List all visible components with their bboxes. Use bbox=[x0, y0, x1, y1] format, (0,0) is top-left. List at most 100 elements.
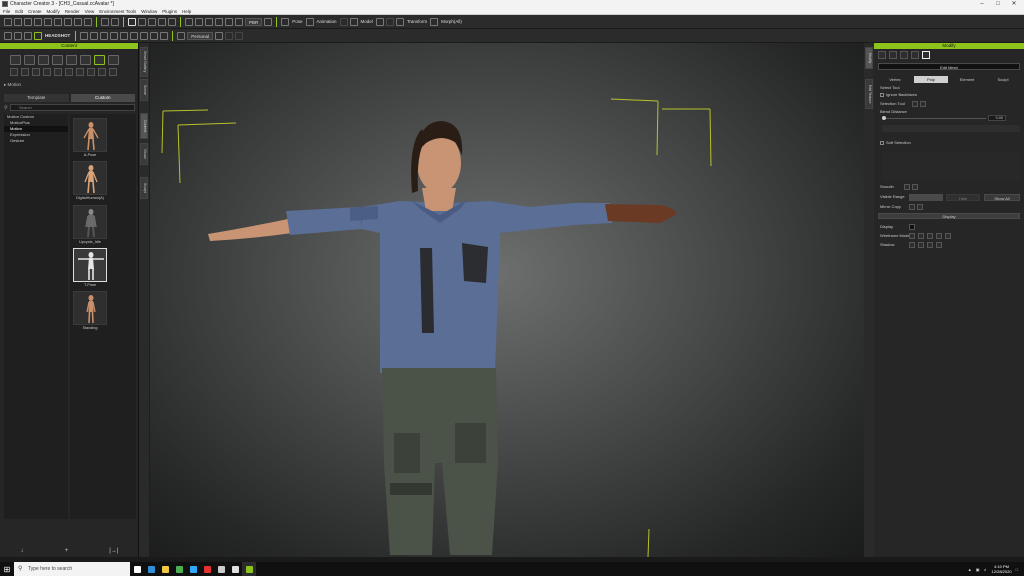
smooth-icon[interactable] bbox=[904, 184, 910, 190]
face-icon[interactable] bbox=[100, 31, 109, 40]
maximize-icon[interactable]: □ bbox=[992, 0, 1004, 8]
side-tab-scene[interactable]: Scene bbox=[140, 79, 148, 101]
pan-icon[interactable] bbox=[195, 17, 203, 26]
menu-plugins[interactable]: Plugins bbox=[162, 8, 177, 14]
merge-icon[interactable] bbox=[54, 17, 62, 26]
menu-view[interactable]: View bbox=[85, 8, 95, 14]
character-creator-icon[interactable] bbox=[242, 562, 256, 576]
display-section-header[interactable]: Display bbox=[878, 213, 1020, 219]
hand-icon[interactable] bbox=[14, 31, 22, 40]
side-tab-modify[interactable]: Modify bbox=[865, 47, 873, 69]
redo-icon[interactable] bbox=[111, 17, 119, 26]
minimize-icon[interactable]: – bbox=[976, 0, 988, 8]
side-tab-content[interactable]: Content bbox=[140, 113, 148, 139]
transform-label[interactable]: Transform bbox=[406, 19, 428, 24]
model-label[interactable]: Model bbox=[360, 19, 374, 24]
morph-icon[interactable] bbox=[430, 17, 439, 26]
mirror-right-icon[interactable] bbox=[917, 204, 923, 210]
tab-custom[interactable]: Custom bbox=[70, 94, 135, 102]
close-icon[interactable]: ✕ bbox=[1008, 0, 1020, 8]
align-icon[interactable] bbox=[375, 17, 384, 26]
motion-icon[interactable] bbox=[94, 55, 105, 65]
hide-button[interactable]: Hide bbox=[946, 194, 980, 201]
3d-viewport[interactable] bbox=[150, 43, 864, 558]
taskbar-clock[interactable]: 4:10 PM 12/28/2020 bbox=[992, 564, 1012, 574]
tab-sculpt[interactable]: Sculpt bbox=[986, 76, 1020, 83]
shadow-full-icon[interactable] bbox=[936, 242, 942, 248]
tab-element[interactable]: Element bbox=[950, 76, 984, 83]
thumbnail-t-pose[interactable] bbox=[73, 248, 107, 282]
show-all-button[interactable]: Show All bbox=[984, 194, 1020, 201]
render-mode-dropdown[interactable]: PBR bbox=[245, 17, 263, 26]
expression-icon[interactable] bbox=[32, 68, 40, 76]
cloth-icon[interactable] bbox=[52, 55, 63, 65]
network-icon[interactable]: ▣ bbox=[976, 567, 980, 572]
move-icon[interactable] bbox=[138, 17, 146, 26]
edit-mesh-button[interactable]: Edit Mesh bbox=[878, 63, 1020, 70]
head-icon[interactable] bbox=[90, 31, 99, 40]
character-model[interactable] bbox=[208, 121, 677, 555]
shadow-soft-icon[interactable] bbox=[918, 242, 924, 248]
file-explorer-icon[interactable] bbox=[158, 562, 172, 576]
animation-label[interactable]: Animation bbox=[316, 19, 338, 24]
relax-icon[interactable] bbox=[912, 184, 918, 190]
edge-icon[interactable] bbox=[144, 562, 158, 576]
pose-icon[interactable] bbox=[281, 17, 290, 26]
rotate-icon[interactable] bbox=[148, 17, 156, 26]
pose-icon[interactable] bbox=[21, 68, 29, 76]
menu-environment-tools[interactable]: Environment Tools bbox=[99, 8, 136, 14]
scale-icon[interactable] bbox=[158, 17, 166, 26]
physics-icon[interactable] bbox=[911, 51, 919, 59]
morph-label[interactable]: Morph(All) bbox=[440, 19, 463, 24]
download-button[interactable]: ↓ bbox=[21, 548, 24, 554]
zoom-icon[interactable] bbox=[185, 17, 193, 26]
link-icon[interactable] bbox=[24, 31, 32, 40]
attribute-icon[interactable] bbox=[878, 51, 886, 59]
view-mode-dropdown[interactable]: Personal bbox=[187, 31, 214, 40]
blend-distance-slider[interactable] bbox=[882, 118, 986, 119]
new-file-icon[interactable] bbox=[4, 17, 12, 26]
tree-item[interactable]: Gesture bbox=[4, 138, 68, 144]
batch-icon[interactable] bbox=[74, 17, 82, 26]
add-button[interactable]: + bbox=[65, 548, 69, 554]
rect-select-icon[interactable] bbox=[912, 101, 918, 107]
thumbnail-a-pose[interactable] bbox=[73, 118, 107, 152]
lasso-select-icon[interactable] bbox=[920, 101, 926, 107]
thumbnail-digital-human[interactable] bbox=[73, 161, 107, 195]
volume-icon[interactable]: ♬ bbox=[984, 567, 988, 572]
side-tab-sculpt[interactable]: Sculpt bbox=[140, 177, 148, 199]
model-icon[interactable] bbox=[349, 17, 358, 26]
tab-template[interactable]: Template bbox=[4, 94, 69, 102]
blend-distance-input[interactable]: 0.00 bbox=[988, 115, 1006, 121]
tab-poly[interactable]: Poly bbox=[914, 76, 948, 83]
menu-window[interactable]: Window bbox=[141, 8, 157, 14]
notification-icon[interactable]: □ bbox=[1016, 567, 1018, 572]
import-icon[interactable] bbox=[34, 17, 42, 26]
camera-icon[interactable] bbox=[177, 31, 186, 40]
cloth-icon[interactable] bbox=[120, 31, 129, 40]
body-icon[interactable] bbox=[80, 31, 89, 40]
tray-arrow-icon[interactable]: ▲ bbox=[968, 567, 972, 572]
menu-file[interactable]: File bbox=[3, 8, 10, 14]
scene-icon[interactable] bbox=[108, 55, 119, 65]
pack-icon[interactable] bbox=[64, 17, 72, 26]
hair-icon[interactable] bbox=[80, 55, 91, 65]
undo-icon[interactable] bbox=[101, 17, 109, 26]
select-icon[interactable] bbox=[128, 17, 136, 26]
mirror-left-icon[interactable] bbox=[909, 204, 915, 210]
project-icon[interactable] bbox=[10, 55, 21, 65]
wireframe-all-icon[interactable] bbox=[945, 233, 951, 239]
filter-icon[interactable] bbox=[10, 68, 18, 76]
morph-icon[interactable] bbox=[889, 51, 897, 59]
camera-view-icon[interactable] bbox=[225, 17, 233, 26]
menu-help[interactable]: Help bbox=[182, 8, 191, 14]
headshot-icon[interactable] bbox=[34, 31, 42, 40]
wireframe-selected-icon[interactable] bbox=[936, 233, 942, 239]
tab-vertex[interactable]: Vertex bbox=[878, 76, 912, 83]
save-icon[interactable] bbox=[24, 17, 32, 26]
body-icon[interactable] bbox=[38, 55, 49, 65]
load-icon[interactable] bbox=[84, 17, 92, 26]
headshot-label[interactable]: HEADSHOT bbox=[44, 33, 71, 38]
visible-range-active-button[interactable] bbox=[909, 194, 943, 201]
side-tab-visual[interactable]: Visual bbox=[140, 143, 148, 165]
